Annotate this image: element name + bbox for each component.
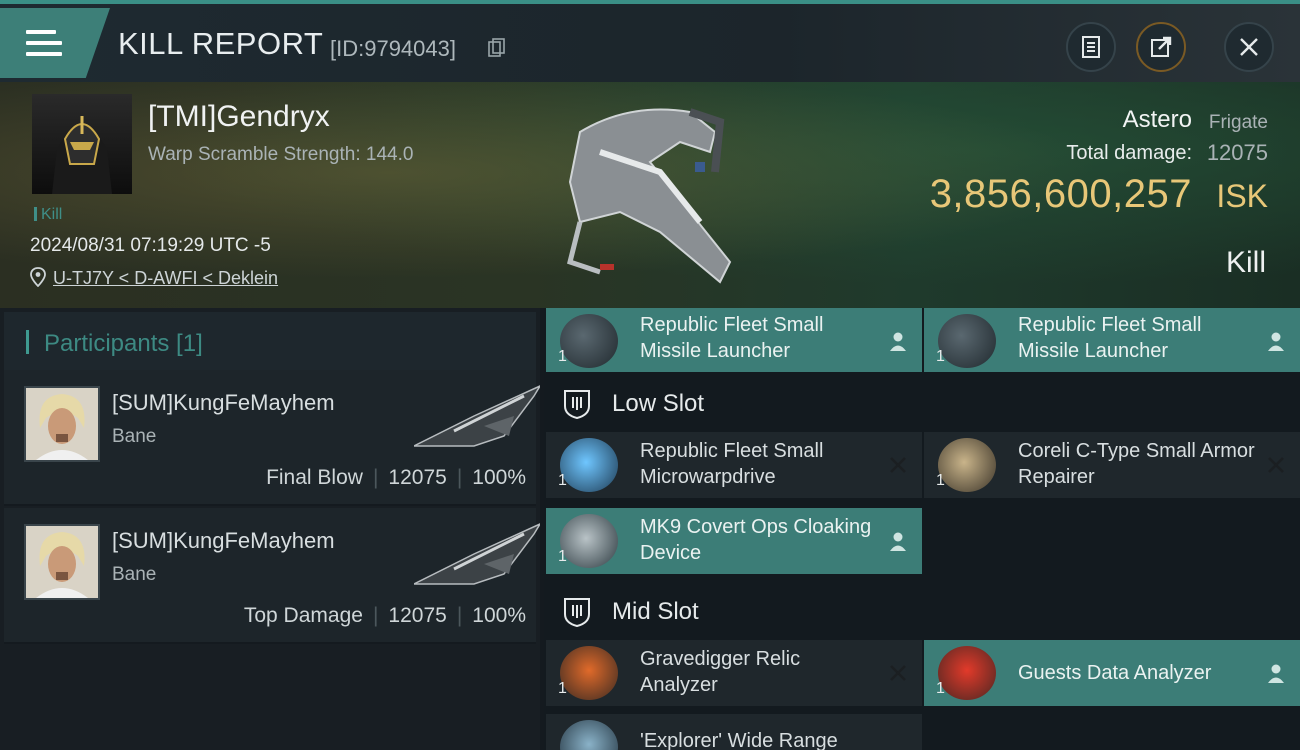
participant-ship: Bane [112, 564, 157, 585]
isk-value: 3,856,600,257 [929, 172, 1192, 216]
module-item[interactable]: 1 Republic Fleet Small Missile Launcher [924, 308, 1300, 372]
module-name: MK9 Covert Ops Cloaking Device [640, 516, 872, 564]
participant-row[interactable]: [SUM]KungFeMayhem Bane Final Blow | 1207… [4, 370, 540, 506]
avatar[interactable] [24, 386, 100, 462]
victim-ship-image[interactable] [540, 92, 760, 292]
participants-title: Participants [1] [44, 330, 203, 357]
participants-header: Participants [1] [4, 312, 536, 370]
participant-ship-image [414, 385, 540, 447]
isk-unit: ISK [1216, 178, 1268, 214]
participant-role: Top Damage [243, 604, 363, 627]
victim-name[interactable]: [TMI]Gendryx [148, 100, 330, 134]
module-item[interactable]: 1 MK9 Covert Ops Cloaking Device [546, 508, 922, 574]
victim-banner: [TMI]Gendryx Warp Scramble Strength: 144… [0, 82, 1300, 308]
missile-launcher-icon [560, 314, 618, 368]
relic-analyzer-icon [560, 646, 618, 700]
cloaking-device-icon [560, 514, 618, 568]
kill-location-link[interactable]: U-TJ7Y < D-AWFI < Deklein [53, 268, 278, 289]
module-name: Guests Data Analyzer [1018, 662, 1212, 684]
module-qty: 1 [936, 680, 945, 697]
module-name: Republic Fleet Small Missile Launcher [640, 314, 824, 362]
participant-role: Final Blow [266, 466, 363, 489]
data-analyzer-icon [938, 646, 996, 700]
total-damage-label: Total damage: [1066, 142, 1192, 164]
participant-name[interactable]: [SUM]KungFeMayhem [112, 390, 335, 416]
module-name: Republic Fleet Small Missile Launcher [1018, 314, 1202, 362]
menu-button[interactable] [0, 8, 110, 78]
location-pin-icon [30, 267, 46, 287]
module-name: Republic Fleet Small Microwarpdrive [640, 440, 824, 488]
person-icon [1268, 332, 1284, 351]
participant-row[interactable]: [SUM]KungFeMayhem Bane Top Damage | 1207… [4, 508, 540, 644]
total-damage-value: 12075 [1206, 140, 1268, 165]
module-qty: 1 [558, 472, 567, 489]
module-item[interactable]: 'Explorer' Wide Range [546, 714, 922, 750]
report-id: [ID:9794043] [330, 36, 456, 61]
share-button[interactable] [1136, 22, 1186, 72]
module-qty: 1 [936, 472, 945, 489]
close-button[interactable] [1224, 22, 1274, 72]
module-item[interactable]: 1 Republic Fleet Small Missile Launcher [546, 308, 922, 372]
mid-slot-header: Mid Slot [544, 582, 1300, 640]
ship-class: Frigate [1208, 112, 1268, 133]
kill-result: Kill [1225, 246, 1266, 279]
victim-subtitle: Warp Scramble Strength: 144.0 [148, 144, 414, 165]
kill-tag: Kill [34, 206, 62, 224]
module-item[interactable]: 1 Republic Fleet Small Microwarpdrive [546, 432, 922, 498]
participant-stats: Final Blow | 12075 | 100% [266, 466, 526, 489]
x-icon [890, 665, 906, 681]
copy-icon[interactable] [488, 38, 506, 58]
module-qty: 1 [558, 548, 567, 565]
mid-slot-label: Mid Slot [612, 598, 699, 625]
participant-ship-image [414, 523, 540, 585]
share-icon [1151, 36, 1172, 57]
module-item[interactable]: 1 Coreli C-Type Small Armor Repairer [924, 432, 1300, 498]
x-icon [890, 457, 906, 473]
shield-slot-icon [564, 598, 590, 628]
menu-icon [26, 30, 62, 58]
module-item[interactable]: 1 Gravedigger Relic Analyzer [546, 640, 922, 706]
missile-launcher-icon [938, 314, 996, 368]
microwarpdrive-icon [560, 438, 618, 492]
header-bar: KILL REPORT [ID:9794043] [0, 0, 1300, 82]
module-item[interactable]: 1 Guests Data Analyzer [924, 640, 1300, 706]
module-qty: 1 [558, 680, 567, 697]
person-icon [1268, 664, 1284, 683]
armor-repairer-icon [938, 438, 996, 492]
page-title: KILL REPORT [118, 26, 324, 61]
participant-percent: 100% [472, 466, 526, 489]
module-name: 'Explorer' Wide Range [640, 730, 838, 750]
fitting-panel: 1 Republic Fleet Small Missile Launcher … [544, 308, 1300, 750]
close-icon [1240, 38, 1258, 56]
scanner-icon [560, 720, 618, 750]
low-slot-label: Low Slot [612, 390, 705, 417]
module-qty: 1 [558, 348, 567, 365]
person-icon [890, 532, 906, 551]
module-qty: 1 [936, 348, 945, 365]
kill-datetime: 2024/08/31 07:19:29 UTC -5 [30, 235, 271, 256]
shield-slot-icon [564, 390, 590, 420]
person-icon [890, 332, 906, 351]
participants-panel: Participants [1] [SUM]KungFeMayhem Bane … [0, 308, 540, 750]
module-name: Coreli C-Type Small Armor Repairer [1018, 440, 1255, 488]
module-name: Gravedigger Relic Analyzer [640, 648, 801, 696]
avatar[interactable] [24, 524, 100, 600]
participant-stats: Top Damage | 12075 | 100% [243, 604, 526, 627]
participant-damage: 12075 [388, 604, 447, 627]
participant-name[interactable]: [SUM]KungFeMayhem [112, 528, 335, 554]
clipboard-button[interactable] [1066, 22, 1116, 72]
victim-portrait[interactable] [32, 94, 132, 194]
participant-damage: 12075 [388, 466, 447, 489]
ship-name[interactable]: Astero [1123, 106, 1192, 134]
x-icon [1268, 457, 1284, 473]
participant-percent: 100% [472, 604, 526, 627]
participant-ship: Bane [112, 426, 157, 447]
clipboard-icon [1082, 36, 1100, 58]
low-slot-header: Low Slot [544, 374, 1300, 432]
